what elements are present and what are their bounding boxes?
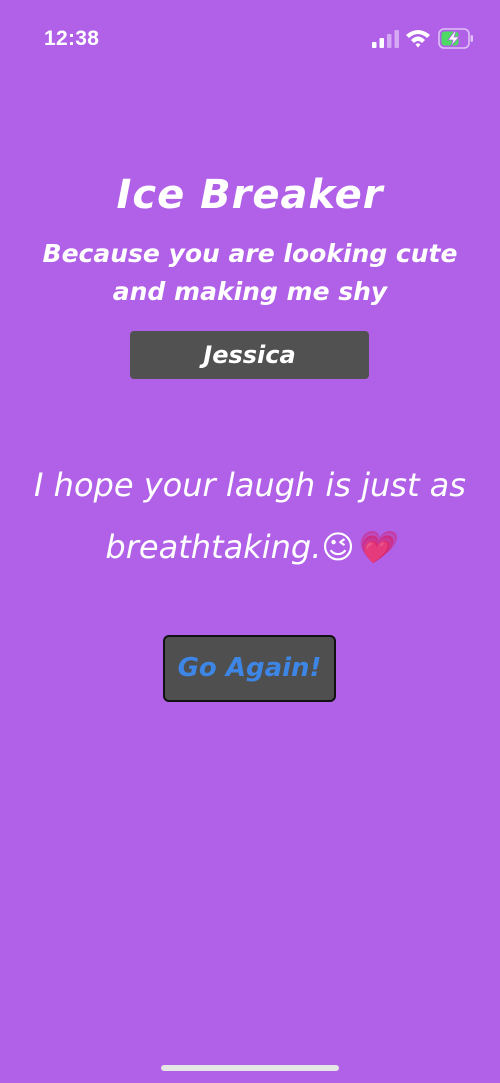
status-time: 12:38 bbox=[44, 27, 100, 50]
app-title: Ice Breaker bbox=[116, 172, 384, 218]
wifi-icon bbox=[406, 30, 430, 48]
battery-charging-icon bbox=[438, 28, 473, 49]
ice-breaker-line: I hope your laugh is just as breathtakin… bbox=[34, 466, 466, 566]
name-badge: Jessica bbox=[130, 331, 369, 379]
cellular-signal-icon bbox=[372, 30, 399, 48]
go-again-button[interactable]: Go Again! bbox=[163, 635, 336, 702]
app-subtitle: Because you are looking cute and making … bbox=[42, 239, 458, 306]
status-bar: 12:38 bbox=[0, 0, 500, 80]
home-indicator[interactable] bbox=[161, 1065, 339, 1071]
